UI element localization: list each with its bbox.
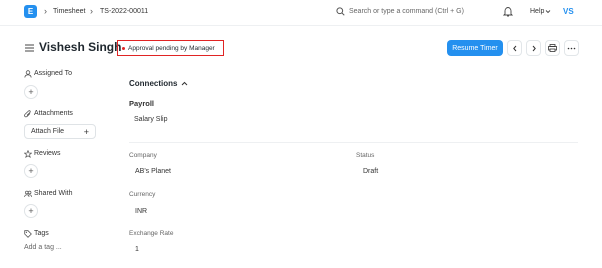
more-actions-button[interactable] [564, 40, 579, 56]
search-input[interactable]: Search or type a command (Ctrl + G) [349, 8, 464, 15]
navbar: E › Timesheet › TS-2022-00011 Search or … [0, 0, 602, 26]
page-title: Vishesh Singh [39, 40, 122, 54]
add-review-button[interactable]: + [24, 164, 38, 178]
status-dot-icon [122, 46, 125, 50]
chevron-up-icon[interactable] [181, 81, 188, 86]
breadcrumb-document[interactable]: TS-2022-00011 [100, 8, 148, 15]
users-icon [24, 190, 32, 198]
attachments-label: Attachments [34, 110, 73, 117]
chevron-right-icon [532, 45, 536, 51]
connections-section-toggle[interactable]: Connections [129, 79, 177, 88]
sidebar-toggle-icon[interactable] [25, 44, 34, 52]
search-icon [336, 7, 345, 16]
chevron-down-icon [545, 10, 551, 14]
next-doc-button[interactable] [526, 40, 541, 56]
reviews-label: Reviews [34, 150, 61, 157]
exchange-rate-label: Exchange Rate [129, 230, 174, 237]
status-indicator-label: Approval pending by Manager [128, 44, 215, 52]
payroll-group-title: Payroll [129, 99, 155, 108]
exchange-rate-value[interactable]: 1 [135, 246, 139, 253]
currency-label: Currency [129, 191, 156, 198]
avatar[interactable]: VS [563, 7, 574, 16]
add-tag-link[interactable]: Add a tag ... [24, 244, 62, 251]
help-dropdown[interactable]: Help [530, 8, 544, 15]
currency-value[interactable]: INR [135, 208, 147, 215]
status-label: Status [356, 152, 375, 159]
bell-icon[interactable] [503, 6, 513, 17]
chevron-left-icon [512, 45, 516, 51]
status-value: Draft [363, 168, 379, 175]
tag-icon [24, 230, 32, 238]
resume-timer-button[interactable]: Resume Timer [447, 40, 503, 56]
breadcrumb-timesheet[interactable]: Timesheet [53, 8, 85, 15]
add-assignee-button[interactable]: + [24, 85, 38, 99]
plus-icon: + [83, 126, 89, 137]
ellipsis-icon [567, 47, 576, 49]
star-icon [24, 150, 32, 158]
company-value[interactable]: AB's Planet [135, 168, 171, 175]
app-logo[interactable]: E [24, 5, 37, 18]
paperclip-icon [24, 110, 31, 118]
attach-file-button[interactable]: Attach File + [24, 124, 96, 139]
salary-slip-link[interactable]: Salary Slip [134, 116, 167, 123]
print-button[interactable] [545, 40, 560, 56]
shared-with-label: Shared With [34, 190, 73, 197]
printer-icon [548, 44, 557, 52]
status-indicator: Approval pending by Manager [117, 40, 224, 56]
chevron-right-icon: › [90, 6, 93, 16]
tags-label: Tags [34, 230, 49, 237]
section-divider [129, 142, 578, 143]
attach-file-label: Attach File [31, 128, 65, 135]
user-icon [24, 70, 32, 78]
company-label: Company [129, 152, 157, 159]
add-share-button[interactable]: + [24, 204, 38, 218]
assigned-to-label: Assigned To [34, 70, 73, 77]
chevron-right-icon: › [44, 6, 47, 16]
previous-doc-button[interactable] [507, 40, 522, 56]
